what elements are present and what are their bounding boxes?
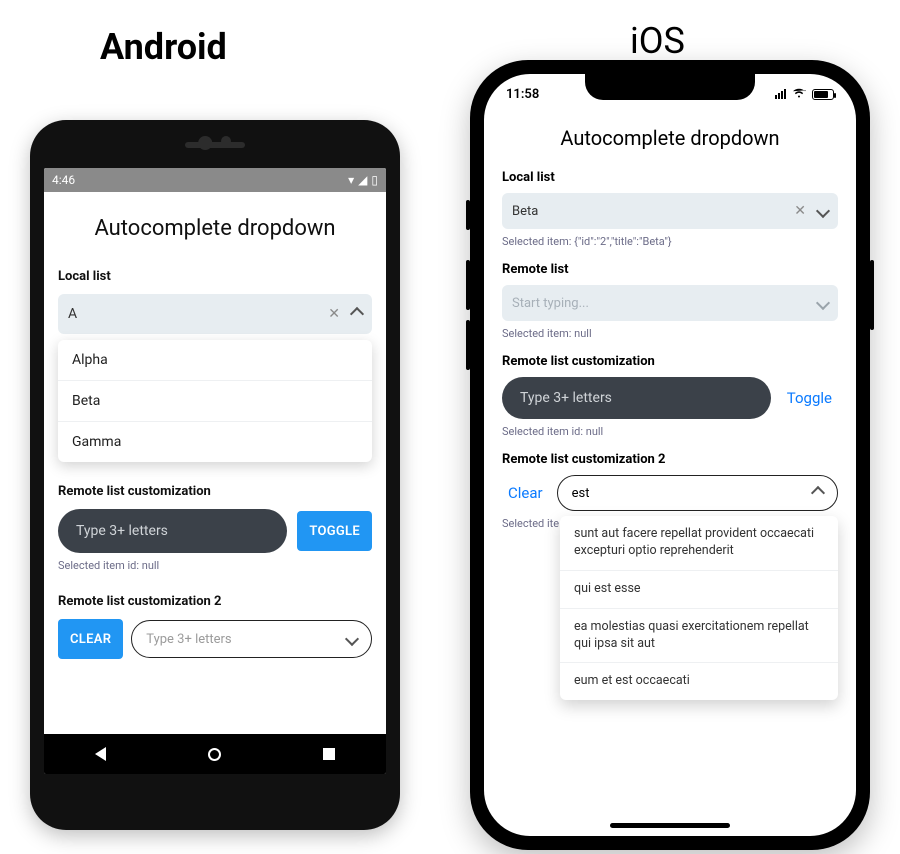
wifi-icon: ▾ xyxy=(348,173,354,187)
remote-selected-note: Selected item: null xyxy=(502,327,838,340)
status-time: 4:46 xyxy=(52,173,75,187)
android-nav-bar xyxy=(44,734,386,774)
recent-icon[interactable] xyxy=(323,748,335,760)
toggle-button[interactable]: TOGGLE xyxy=(297,511,372,551)
dropdown-item[interactable]: Alpha xyxy=(58,340,372,381)
chevron-down-icon[interactable] xyxy=(816,296,830,310)
android-screen: 4:46 ▾ ◢ ▯ Autocomplete dropdown Local l… xyxy=(44,168,386,774)
sensor-icon xyxy=(221,136,231,146)
clear-icon[interactable]: ✕ xyxy=(328,306,340,322)
remote-list-placeholder: Start typing... xyxy=(512,296,589,311)
local-list-dropdown: Alpha Beta Gamma xyxy=(58,340,372,462)
clear-button[interactable]: CLEAR xyxy=(58,619,123,659)
rcl2-placeholder: Type 3+ letters xyxy=(146,632,231,647)
rcl2-dropdown: sunt aut facere repellat provident occae… xyxy=(560,516,838,700)
side-button-icon xyxy=(466,260,470,310)
ios-device-frame: 11:58 Autocomplete dropdown Local list B… xyxy=(470,60,870,850)
android-device-frame: 4:46 ▾ ◢ ▯ Autocomplete dropdown Local l… xyxy=(30,120,400,830)
wifi-icon xyxy=(792,87,806,102)
local-list-input[interactable]: Beta ✕ xyxy=(502,193,838,229)
dropdown-item[interactable]: eum et est occaecati xyxy=(560,663,838,700)
side-button-icon xyxy=(466,320,470,370)
local-list-value: A xyxy=(68,306,328,322)
section-label-rcl: Remote list customization xyxy=(58,484,372,499)
local-list-input[interactable]: A ✕ xyxy=(58,294,372,334)
section-label-rcl2: Remote list customization 2 xyxy=(502,452,838,467)
speaker-icon xyxy=(185,142,245,148)
section-label-rcl: Remote list customization xyxy=(502,354,838,369)
rcl2-value: est xyxy=(572,486,590,501)
rcl2-input[interactable]: Type 3+ letters xyxy=(131,620,372,658)
dropdown-item[interactable]: Beta xyxy=(58,381,372,422)
battery-icon xyxy=(812,89,834,100)
clear-icon[interactable]: ✕ xyxy=(794,203,806,219)
platform-label-ios: iOS xyxy=(630,20,685,62)
local-selected-note: Selected item: {"id":"2","title":"Beta"} xyxy=(502,235,838,248)
chevron-down-icon[interactable] xyxy=(345,632,359,646)
home-icon[interactable] xyxy=(208,748,221,761)
ios-screen: 11:58 Autocomplete dropdown Local list B… xyxy=(484,74,856,836)
android-status-bar: 4:46 ▾ ◢ ▯ xyxy=(44,168,386,192)
section-label-local: Local list xyxy=(502,170,838,185)
remote-list-input[interactable]: Start typing... xyxy=(502,285,838,321)
clear-button[interactable]: Clear xyxy=(502,484,549,502)
dropdown-item[interactable]: Gamma xyxy=(58,422,372,462)
side-button-icon xyxy=(466,200,470,230)
rcl-input[interactable]: Type 3+ letters xyxy=(58,509,287,553)
toggle-button[interactable]: Toggle xyxy=(781,389,838,407)
rcl-selected-note: Selected item id: null xyxy=(502,425,838,438)
status-time: 11:58 xyxy=(506,87,539,102)
section-label-remote: Remote list xyxy=(502,262,838,277)
section-label-rcl2: Remote list customization 2 xyxy=(58,594,372,609)
dropdown-item[interactable]: qui est esse xyxy=(560,571,838,609)
signal-icon xyxy=(775,89,786,99)
page-title: Autocomplete dropdown xyxy=(502,126,838,150)
side-button-icon xyxy=(870,260,874,330)
back-icon[interactable] xyxy=(95,747,106,761)
rcl2-input[interactable]: est xyxy=(557,475,838,511)
page-title: Autocomplete dropdown xyxy=(58,216,372,241)
notch-icon xyxy=(585,74,755,100)
chevron-up-icon[interactable] xyxy=(811,486,825,500)
battery-icon: ▯ xyxy=(371,173,378,187)
rcl-input[interactable]: Type 3+ letters xyxy=(502,377,771,419)
local-list-value: Beta xyxy=(512,204,538,219)
dropdown-item[interactable]: ea molestias quasi exercitationem repell… xyxy=(560,609,838,664)
section-label-local: Local list xyxy=(58,269,372,284)
dropdown-item[interactable]: sunt aut facere repellat provident occae… xyxy=(560,516,838,571)
chevron-down-icon[interactable] xyxy=(816,204,830,218)
home-indicator-icon[interactable] xyxy=(610,823,730,828)
signal-icon: ◢ xyxy=(358,173,367,187)
chevron-up-icon[interactable] xyxy=(350,307,364,321)
rcl-selected-note: Selected item id: null xyxy=(58,559,372,572)
platform-label-android: Android xyxy=(100,26,227,68)
